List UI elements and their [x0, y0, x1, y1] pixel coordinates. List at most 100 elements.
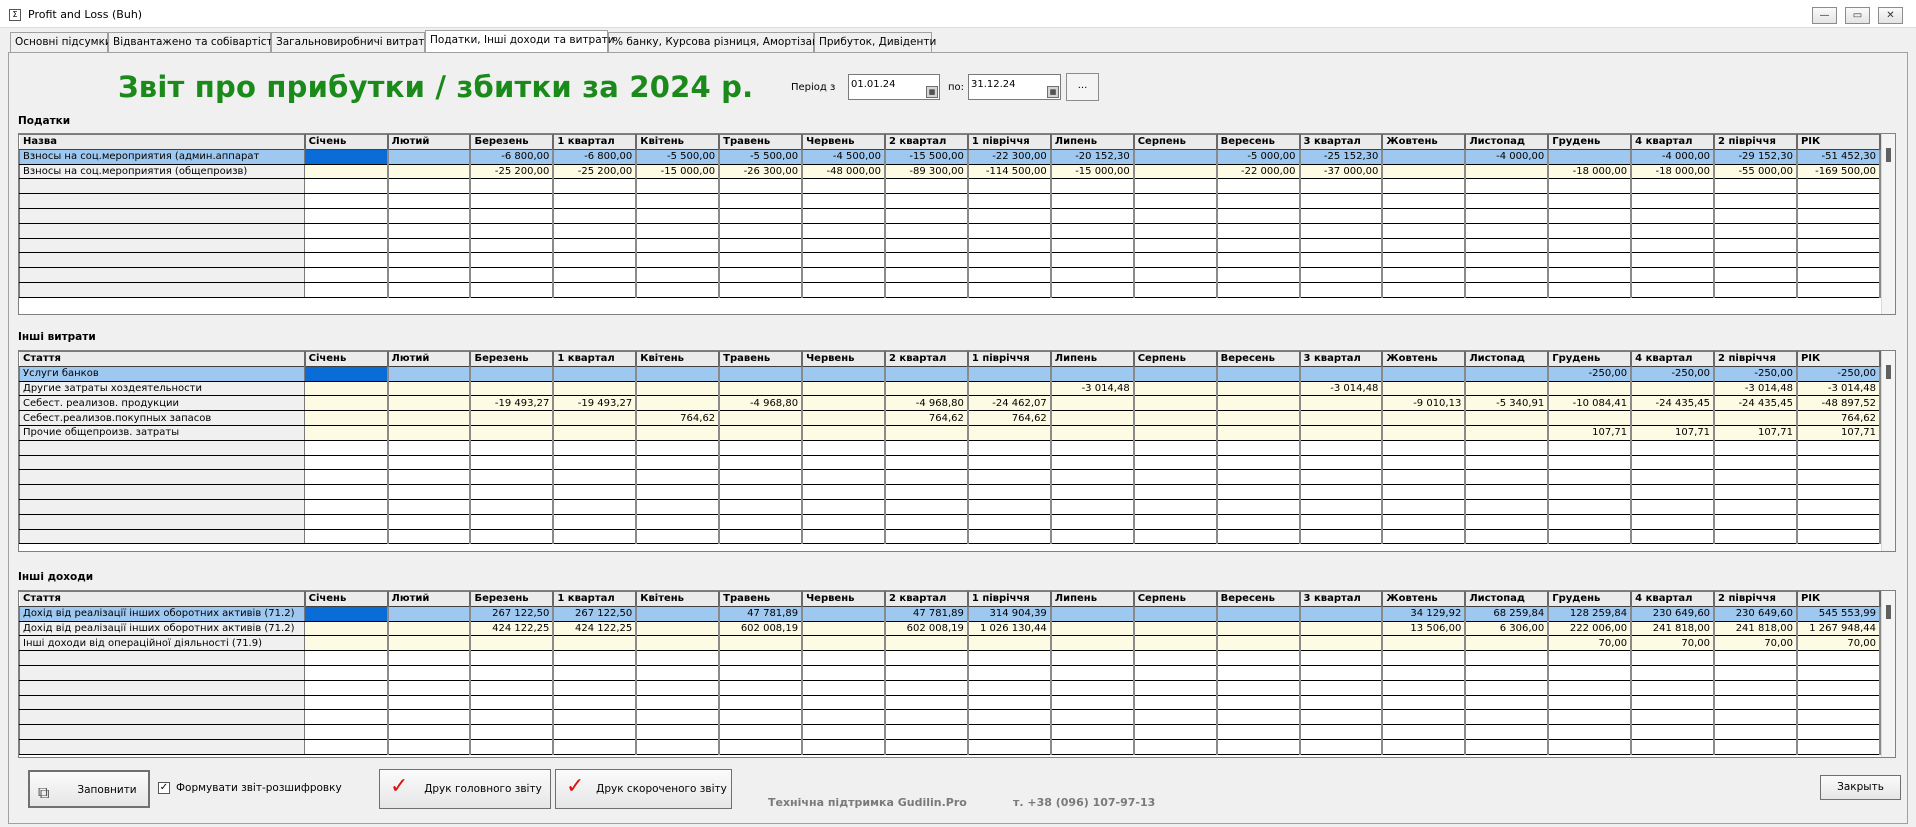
value-cell[interactable] — [1133, 424, 1218, 441]
value-cell[interactable]: -18 000,00 — [1630, 163, 1716, 180]
value-cell[interactable] — [387, 484, 472, 500]
value-cell[interactable] — [304, 281, 389, 298]
value-cell[interactable] — [1713, 469, 1798, 486]
value-cell[interactable] — [1133, 148, 1218, 165]
column-header[interactable]: Червень — [801, 134, 886, 150]
value-cell[interactable] — [552, 380, 638, 397]
column-header[interactable]: Травень — [718, 134, 804, 150]
value-cell[interactable] — [967, 679, 1052, 696]
value-cell[interactable] — [552, 513, 638, 530]
value-cell[interactable] — [552, 469, 638, 486]
column-header[interactable]: Стаття — [19, 591, 306, 607]
value-cell[interactable] — [1547, 222, 1633, 239]
value-cell[interactable] — [635, 738, 721, 755]
value-cell[interactable] — [1630, 410, 1716, 426]
value-cell[interactable] — [1464, 365, 1550, 382]
value-cell[interactable] — [1299, 635, 1384, 652]
row-name-cell[interactable] — [19, 178, 306, 195]
value-cell[interactable] — [1547, 709, 1633, 726]
column-header[interactable]: РІК — [1796, 351, 1882, 367]
value-cell[interactable] — [718, 237, 804, 254]
value-cell[interactable] — [1381, 528, 1467, 545]
value-cell[interactable]: 241 818,00 — [1630, 620, 1716, 637]
value-cell[interactable] — [304, 178, 389, 195]
value-cell[interactable] — [1464, 484, 1550, 500]
value-cell[interactable] — [884, 650, 969, 666]
value-cell[interactable] — [1050, 365, 1135, 382]
value-cell[interactable] — [1216, 365, 1301, 382]
value-cell[interactable] — [718, 365, 804, 382]
value-cell[interactable]: 1 267 948,44 — [1796, 620, 1882, 637]
value-cell[interactable] — [718, 694, 804, 711]
value-cell[interactable] — [304, 252, 389, 269]
value-cell[interactable] — [304, 484, 389, 500]
value-cell[interactable] — [1299, 679, 1384, 696]
column-header[interactable]: 1 квартал — [552, 351, 638, 367]
value-cell[interactable] — [304, 424, 389, 441]
value-cell[interactable] — [1133, 365, 1218, 382]
column-header[interactable]: Травень — [718, 351, 804, 367]
value-cell[interactable] — [1381, 650, 1467, 666]
value-cell[interactable] — [1547, 724, 1633, 740]
close-button[interactable]: Закрыть — [1820, 775, 1901, 800]
value-cell[interactable] — [801, 178, 886, 195]
value-cell[interactable] — [1464, 454, 1550, 471]
column-header[interactable]: Лютий — [387, 134, 472, 150]
value-cell[interactable]: -51 452,30 — [1796, 148, 1882, 165]
column-header[interactable]: 3 квартал — [1299, 134, 1384, 150]
value-cell[interactable] — [884, 237, 969, 254]
value-cell[interactable]: -15 000,00 — [1050, 163, 1135, 180]
value-cell[interactable] — [1796, 281, 1882, 298]
value-cell[interactable] — [469, 454, 555, 471]
value-cell[interactable] — [718, 281, 804, 298]
value-cell[interactable] — [552, 484, 638, 500]
value-cell[interactable] — [1381, 454, 1467, 471]
value-cell[interactable] — [1050, 484, 1135, 500]
value-cell[interactable] — [552, 281, 638, 298]
value-cell[interactable] — [469, 724, 555, 740]
value-cell[interactable] — [1547, 148, 1633, 165]
table-row[interactable] — [19, 267, 1882, 283]
row-name-cell[interactable]: Взносы на соц.мероприятия (админ.аппарат — [19, 148, 306, 165]
column-header[interactable]: Стаття — [19, 351, 306, 367]
value-cell[interactable] — [552, 635, 638, 652]
value-cell[interactable] — [635, 439, 721, 456]
value-cell[interactable] — [1796, 498, 1882, 515]
value-cell[interactable] — [1050, 694, 1135, 711]
value-cell[interactable] — [967, 439, 1052, 456]
value-cell[interactable] — [1050, 469, 1135, 486]
value-cell[interactable]: 34 129,92 — [1381, 605, 1467, 622]
value-cell[interactable] — [552, 237, 638, 254]
value-cell[interactable] — [1299, 178, 1384, 195]
value-cell[interactable] — [967, 694, 1052, 711]
value-cell[interactable] — [1547, 469, 1633, 486]
value-cell[interactable] — [552, 222, 638, 239]
value-cell[interactable] — [1630, 222, 1716, 239]
value-cell[interactable] — [801, 724, 886, 740]
column-header[interactable]: 4 квартал — [1630, 351, 1716, 367]
value-cell[interactable] — [1796, 513, 1882, 530]
value-cell[interactable] — [718, 513, 804, 530]
value-cell[interactable] — [801, 709, 886, 726]
column-header[interactable]: Вересень — [1216, 591, 1301, 607]
value-cell[interactable] — [1050, 605, 1135, 622]
value-cell[interactable] — [469, 709, 555, 726]
row-name-cell[interactable]: Себест. реализов. продукции — [19, 395, 306, 412]
value-cell[interactable] — [304, 410, 389, 426]
value-cell[interactable] — [967, 513, 1052, 530]
value-cell[interactable] — [967, 498, 1052, 515]
value-cell[interactable] — [1547, 252, 1633, 269]
value-cell[interactable]: -3 014,48 — [1050, 380, 1135, 397]
value-cell[interactable] — [1713, 207, 1798, 224]
value-cell[interactable] — [967, 380, 1052, 397]
value-cell[interactable] — [1630, 178, 1716, 195]
value-cell[interactable] — [1547, 207, 1633, 224]
value-cell[interactable] — [552, 679, 638, 696]
value-cell[interactable] — [1381, 484, 1467, 500]
value-cell[interactable] — [1381, 252, 1467, 269]
value-cell[interactable] — [1630, 469, 1716, 486]
column-header[interactable]: РІК — [1796, 134, 1882, 150]
value-cell[interactable] — [1050, 454, 1135, 471]
value-cell[interactable] — [469, 193, 555, 209]
value-cell[interactable] — [884, 694, 969, 711]
